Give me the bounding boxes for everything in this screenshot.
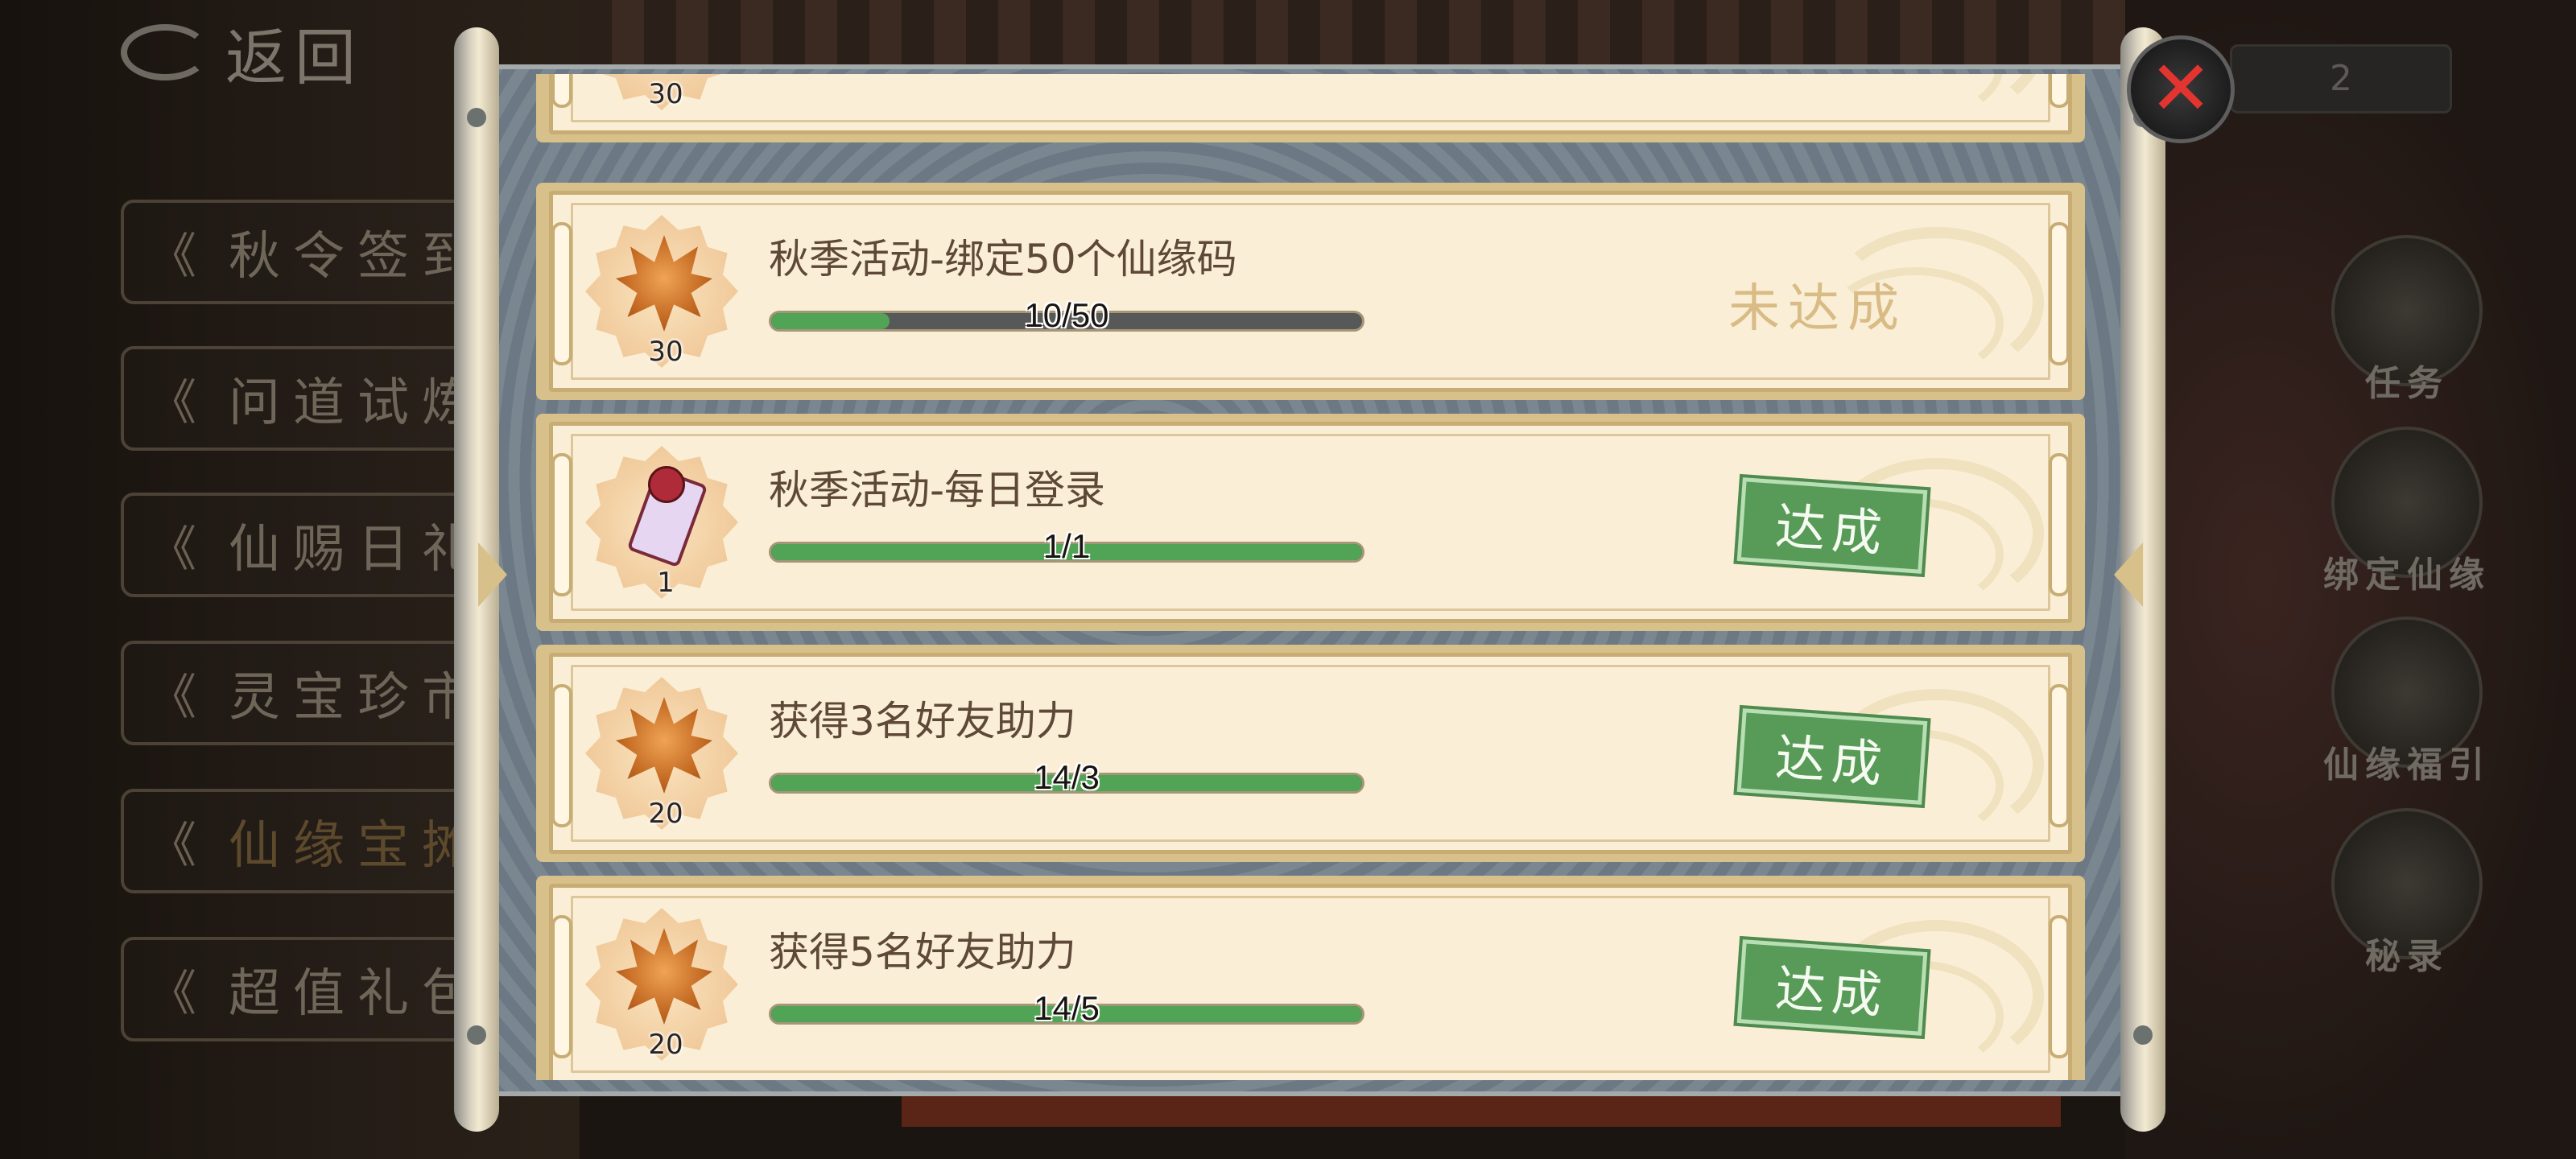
scroll-roller-left: [454, 27, 507, 1132]
reward-count: 30: [648, 336, 683, 368]
card-side-slot: [553, 222, 572, 365]
card-side-slot: [553, 915, 572, 1058]
progress-text: 1/1: [1042, 527, 1091, 565]
chevron-left-icon: 《: [148, 817, 196, 874]
task-title: 秋季活动-每日登录: [769, 467, 1106, 514]
side-tab[interactable]: 《超值礼包: [121, 937, 507, 1041]
status-not-achieved: 未达成: [1728, 74, 1907, 84]
side-tab[interactable]: 《仙赐日礼: [121, 493, 507, 597]
achieved-stamp-button[interactable]: 达成: [1733, 473, 1931, 578]
achieved-stamp-button[interactable]: 达成: [1733, 935, 1931, 1040]
side-tab-label: 超值礼包: [229, 964, 486, 1024]
card-side-slot: [2049, 222, 2068, 365]
back-label: 返回: [225, 22, 364, 93]
feature-button[interactable]: 任务: [2318, 235, 2496, 406]
back-swirl-icon: [121, 24, 209, 80]
side-tab-label: 仙赐日礼: [229, 520, 486, 580]
background-strip: [902, 1095, 2061, 1127]
side-tab[interactable]: 《问道试炼: [121, 346, 507, 451]
status-not-achieved: 未达成: [1728, 279, 1907, 339]
reward-count: 1: [657, 567, 675, 599]
progress-text: 10/45: [769, 74, 1364, 77]
feature-button-label: 仙缘福引: [2323, 744, 2491, 786]
task-card-inner: 30 10/45 未达成: [549, 74, 2072, 134]
scroll-roller-right: [2114, 27, 2165, 1132]
counter-display: 2: [2230, 44, 2452, 113]
card-side-slot: [2049, 74, 2068, 108]
roller-gem: [467, 108, 486, 127]
roller-arrow-icon: [478, 542, 507, 607]
chevron-left-icon: 《: [148, 965, 196, 1022]
feature-button-label: 绑定仙缘: [2323, 555, 2491, 596]
task-card: 20 获得3名好友助力 14/3 达成: [536, 645, 2085, 862]
side-tab[interactable]: 《仙缘宝摊: [121, 789, 507, 893]
chevron-left-icon: 《: [148, 669, 196, 726]
roller-arrow-icon: [2114, 542, 2143, 607]
side-tab-label: 仙缘宝摊: [229, 816, 486, 876]
feature-button-label: 秘录: [2365, 936, 2449, 977]
task-card: 20 获得5名好友助力 14/5 达成: [536, 876, 2085, 1080]
progress-text: 14/3: [1034, 758, 1100, 796]
progress-text: 14/5: [1034, 989, 1100, 1027]
side-tab[interactable]: 《秋令签到: [121, 200, 507, 304]
task-card: 30 10/45 未达成: [536, 74, 2085, 142]
card-side-slot: [2049, 915, 2068, 1058]
achieved-stamp-button[interactable]: 达成: [1733, 704, 1931, 809]
progress-text: 10/50: [1024, 296, 1109, 334]
task-card-inner: 20 获得5名好友助力 14/5 达成: [549, 884, 2072, 1080]
close-icon: ✕: [2149, 45, 2213, 133]
task-card: 30 秋季活动-绑定50个仙缘码 10/50 未达成: [536, 183, 2085, 400]
side-tab-label: 问道试炼: [229, 373, 486, 433]
roller-gem: [2133, 1025, 2153, 1045]
task-list[interactable]: 30 10/45 未达成 30 秋季活动-绑定50个仙缘码 10/50 未达成 1 秋季活动-每…: [536, 74, 2085, 1080]
card-side-slot: [553, 453, 572, 596]
side-tab[interactable]: 《灵宝珍市: [121, 641, 507, 745]
side-tab-label: 灵宝珍市: [229, 668, 486, 728]
chevron-left-icon: 《: [148, 228, 196, 285]
task-card-inner: 30 秋季活动-绑定50个仙缘码 10/50 未达成: [549, 191, 2072, 392]
feature-button[interactable]: 仙缘福引: [2318, 617, 2496, 787]
back-button[interactable]: 返回: [121, 8, 364, 97]
card-side-slot: [2049, 684, 2068, 827]
task-title: 获得5名好友助力: [769, 929, 1076, 975]
chevron-left-icon: 《: [148, 521, 196, 578]
side-tab-label: 秋令签到: [229, 227, 486, 287]
feature-button-label: 任务: [2365, 363, 2449, 404]
task-card: 1 秋季活动-每日登录 1/1 达成: [536, 414, 2085, 631]
roller-gem: [467, 1025, 486, 1045]
reward-count: 30: [648, 78, 683, 110]
reward-count: 20: [648, 798, 683, 830]
reward-count: 20: [648, 1029, 683, 1061]
task-title: 秋季活动-绑定50个仙缘码: [769, 236, 1237, 283]
task-card-inner: 20 获得3名好友助力 14/3 达成: [549, 653, 2072, 854]
feature-button[interactable]: 秘录: [2318, 808, 2496, 979]
scroll-icon: [616, 466, 712, 568]
chevron-left-icon: 《: [148, 374, 196, 431]
maple-leaf-icon: [616, 235, 712, 332]
close-button[interactable]: ✕: [2127, 35, 2235, 143]
task-title: 获得3名好友助力: [769, 698, 1076, 744]
feature-button[interactable]: 绑定仙缘: [2318, 427, 2496, 597]
card-side-slot: [553, 684, 572, 827]
maple-leaf-icon: [616, 697, 712, 794]
task-card-inner: 1 秋季活动-每日登录 1/1 达成: [549, 422, 2072, 623]
card-side-slot: [553, 74, 572, 108]
card-side-slot: [2049, 453, 2068, 596]
maple-leaf-icon: [616, 928, 712, 1025]
